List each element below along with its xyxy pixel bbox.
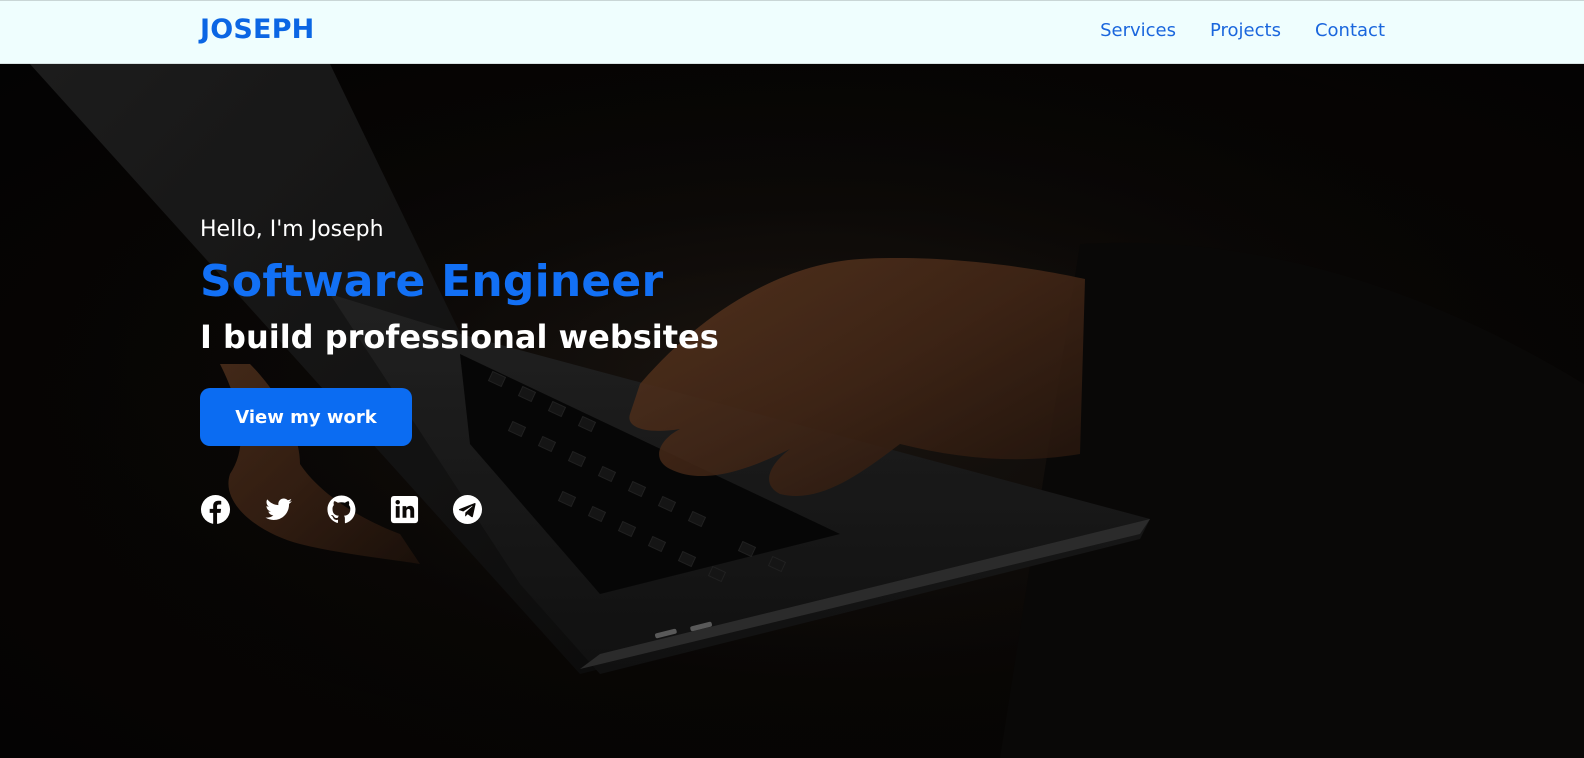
hero-greeting: Hello, I'm Joseph: [200, 217, 384, 242]
view-my-work-button[interactable]: View my work: [200, 388, 412, 446]
hero-role: Software Engineer: [200, 256, 664, 307]
nav-link-projects[interactable]: Projects: [1210, 20, 1281, 41]
facebook-icon[interactable]: [200, 494, 231, 525]
twitter-icon[interactable]: [263, 494, 294, 525]
brand-logo[interactable]: JOSEPH: [200, 14, 314, 45]
hero-section: Hello, I'm Joseph Software Engineer I bu…: [0, 64, 1584, 758]
navbar: JOSEPH Services Projects Contact: [0, 0, 1584, 64]
telegram-icon[interactable]: [452, 494, 483, 525]
nav-links: Services Projects Contact: [1100, 20, 1385, 41]
hero-tagline: I build professional websites: [200, 318, 719, 356]
github-icon[interactable]: [326, 494, 357, 525]
social-links: [200, 494, 483, 525]
linkedin-icon[interactable]: [389, 494, 420, 525]
nav-link-services[interactable]: Services: [1100, 20, 1176, 41]
nav-link-contact[interactable]: Contact: [1315, 20, 1385, 41]
